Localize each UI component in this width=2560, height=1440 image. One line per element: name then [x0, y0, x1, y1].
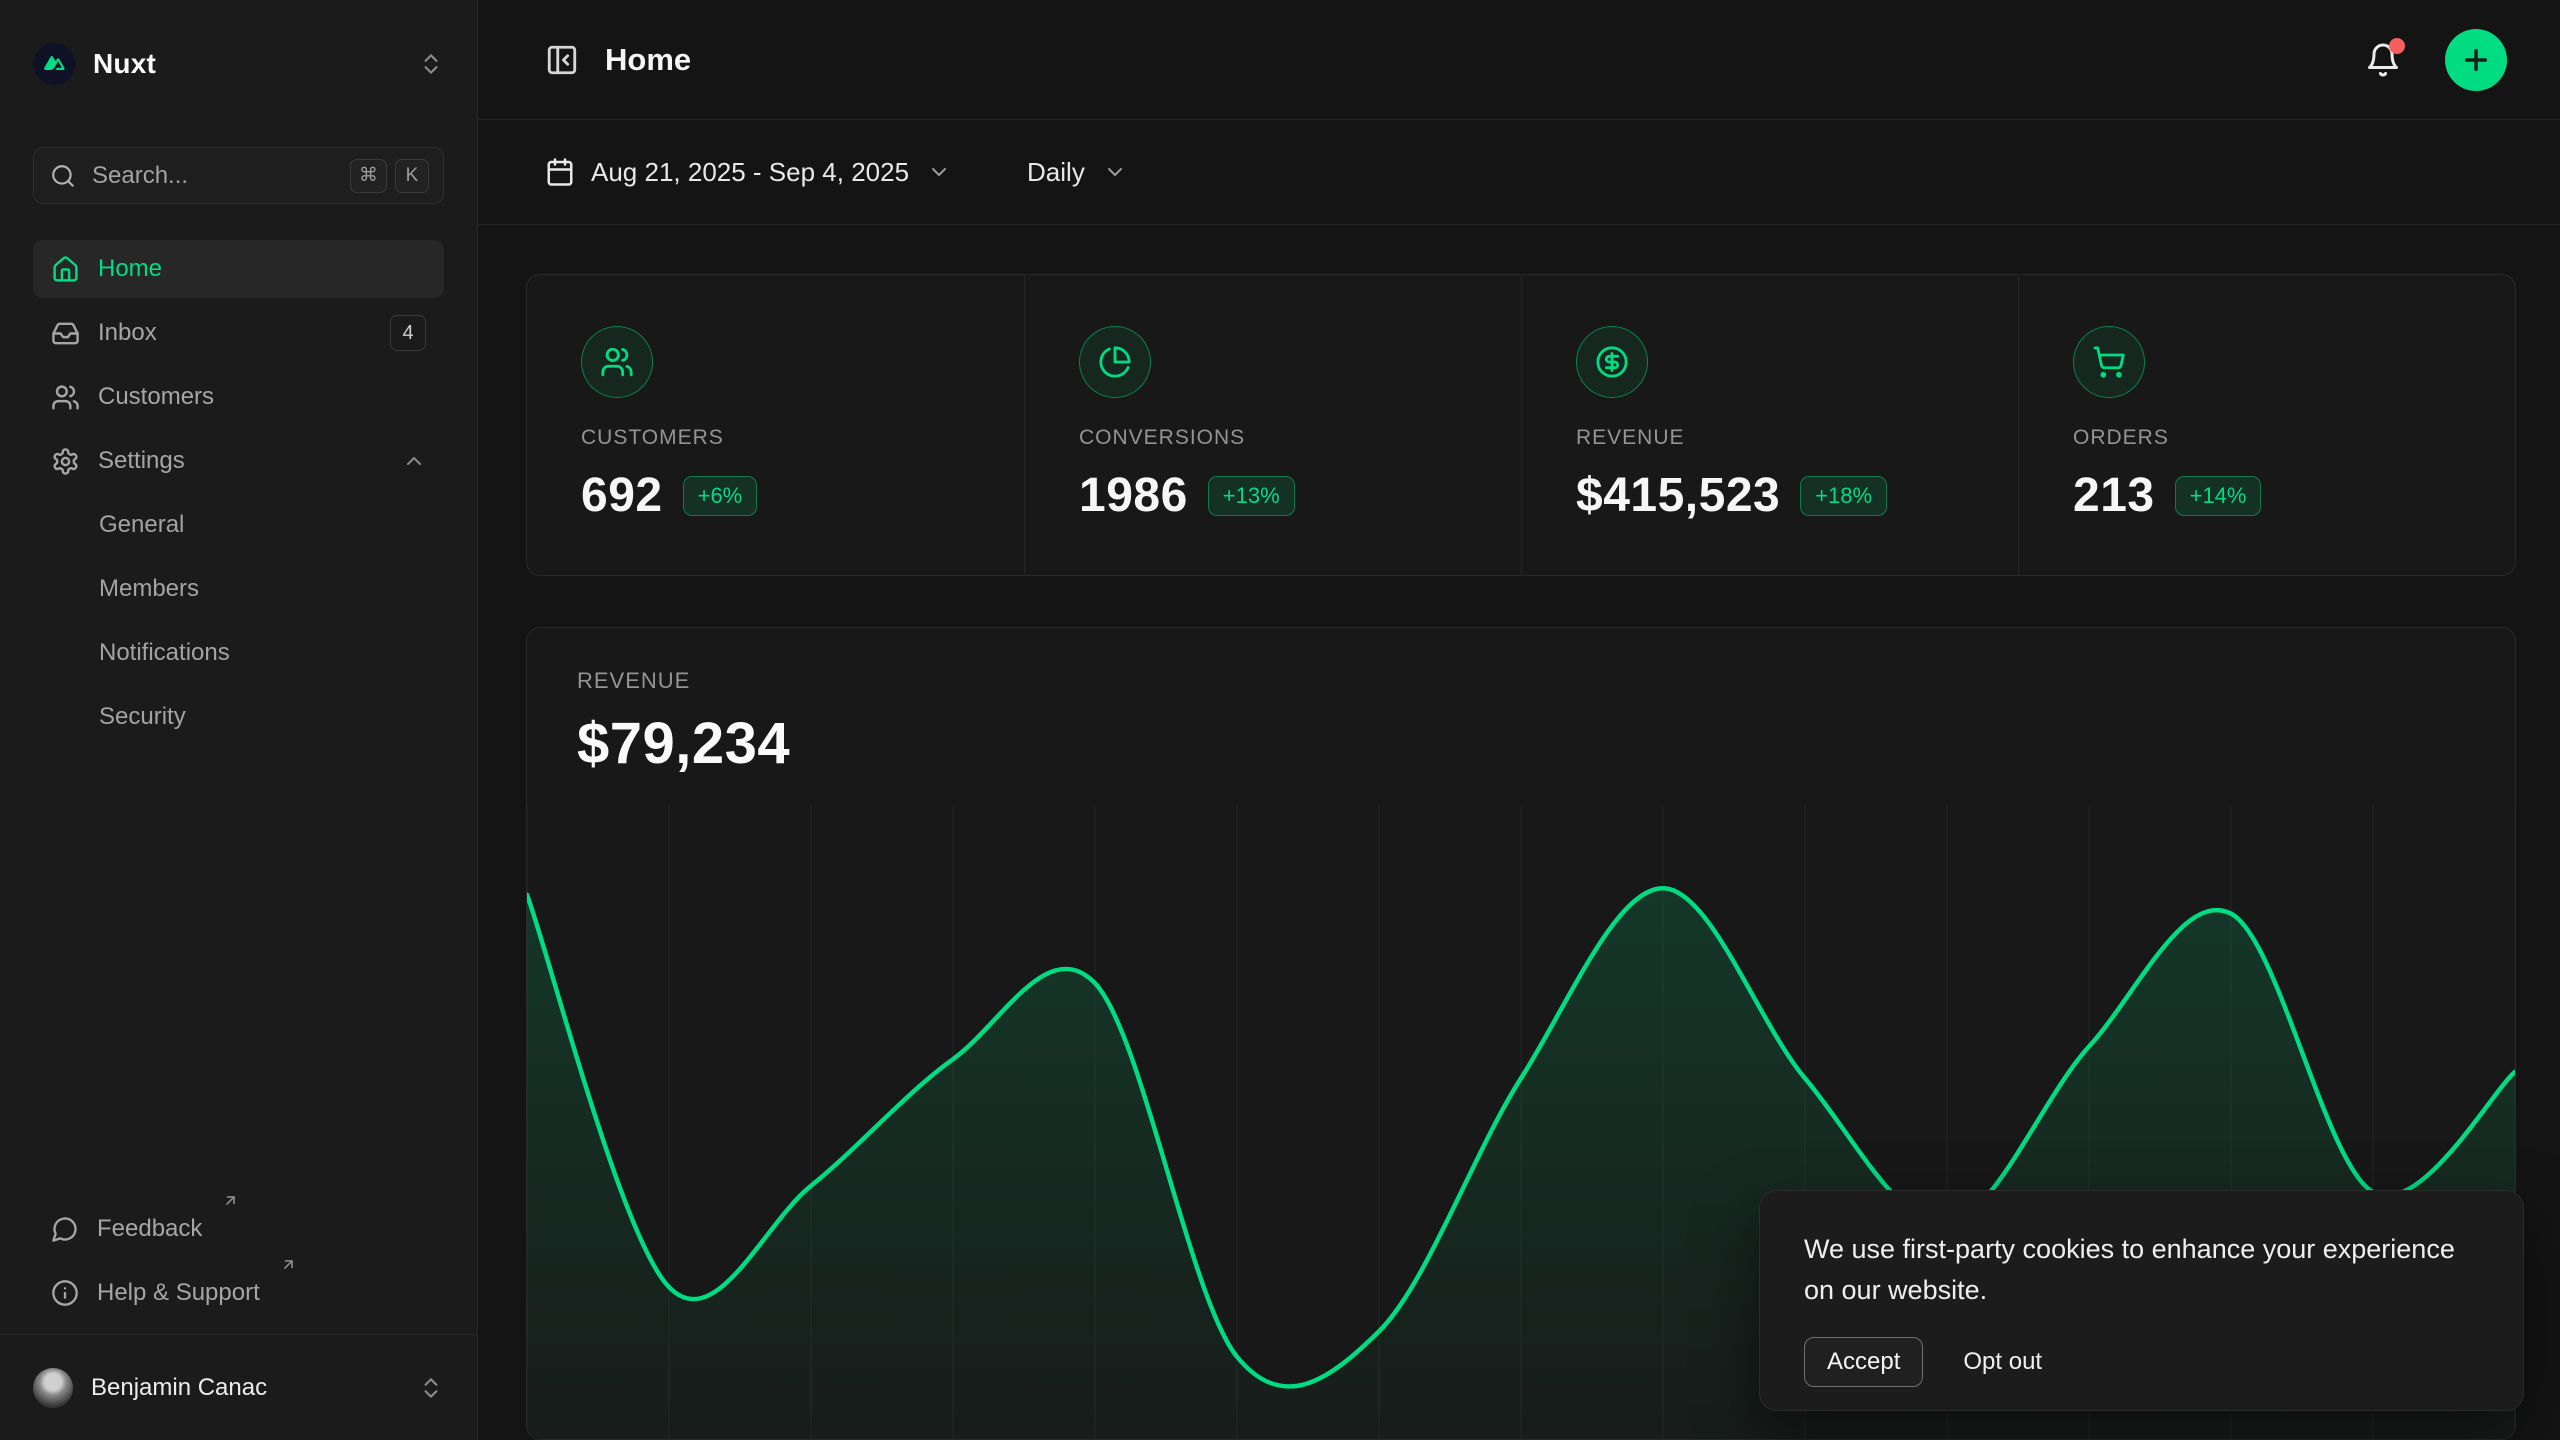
external-link-icon: [280, 1256, 297, 1273]
stat-value: 213: [2073, 468, 2155, 523]
sidebar-item-members[interactable]: Members: [33, 560, 444, 618]
inbox-icon: [51, 319, 80, 348]
sidebar-item-security[interactable]: Security: [33, 688, 444, 746]
stat-label: CUSTOMERS: [581, 426, 970, 450]
info-circle-icon: [51, 1279, 79, 1307]
nuxt-logo-icon: [33, 43, 75, 85]
feedback-link[interactable]: Feedback: [33, 1200, 444, 1258]
sidebar-subitem-label: General: [99, 511, 184, 539]
sidebar-footer: Feedback Help & Support: [33, 1200, 444, 1334]
filter-bar: Aug 21, 2025 - Sep 4, 2025 Daily: [478, 120, 2560, 225]
notifications-button[interactable]: [2365, 42, 2401, 78]
cookie-message: We use first-party cookies to enhance yo…: [1804, 1229, 2479, 1311]
users-icon: [51, 383, 80, 412]
stat-delta-badge: +6%: [683, 476, 758, 516]
stat-value: $415,523: [1576, 468, 1780, 523]
sidebar-item-settings[interactable]: Settings: [33, 432, 444, 490]
cookie-banner: We use first-party cookies to enhance yo…: [1759, 1190, 2524, 1411]
kbd-k: K: [395, 159, 429, 193]
sidebar-nav: Home Inbox 4 Customers Settings General: [33, 240, 444, 746]
stat-label: CONVERSIONS: [1079, 426, 1467, 450]
add-button[interactable]: [2445, 29, 2507, 91]
gear-icon: [51, 447, 80, 476]
brand-name: Nuxt: [93, 48, 156, 80]
sidebar-item-label: Settings: [98, 449, 185, 473]
opt-out-button[interactable]: Opt out: [1963, 1348, 2042, 1376]
stat-card-orders: ORDERS 213 +14%: [2018, 275, 2515, 575]
sidebar-item-inbox[interactable]: Inbox 4: [33, 304, 444, 362]
workspace-switcher[interactable]: Nuxt: [33, 43, 444, 85]
inbox-count-badge: 4: [390, 315, 426, 351]
search-placeholder: Search...: [92, 162, 188, 190]
search-shortcut: ⌘ K: [350, 159, 429, 193]
users-icon: [581, 326, 653, 398]
revenue-chart-label: REVENUE: [577, 668, 2465, 694]
accept-cookies-button[interactable]: Accept: [1804, 1337, 1923, 1387]
stat-card-conversions: CONVERSIONS 1986 +13%: [1024, 275, 1521, 575]
sidebar-subitem-label: Members: [99, 575, 199, 603]
message-bubble-icon: [51, 1215, 79, 1243]
help-support-link[interactable]: Help & Support: [33, 1264, 444, 1322]
notification-dot: [2389, 38, 2405, 54]
user-name: Benjamin Canac: [91, 1374, 267, 1402]
stat-card-revenue: REVENUE $415,523 +18%: [1521, 275, 2018, 575]
sidebar-item-customers[interactable]: Customers: [33, 368, 444, 426]
home-icon: [51, 255, 80, 284]
stat-card-customers: CUSTOMERS 692 +6%: [527, 275, 1024, 575]
stat-delta-badge: +18%: [1800, 476, 1887, 516]
footer-link-label: Help & Support: [97, 1281, 260, 1305]
stat-value: 1986: [1079, 468, 1188, 523]
sidebar-item-label: Customers: [98, 385, 214, 409]
collapse-sidebar-icon[interactable]: [545, 43, 579, 77]
calendar-icon: [545, 157, 575, 187]
chevrons-up-down-icon[interactable]: [418, 51, 444, 77]
stat-delta-badge: +13%: [1208, 476, 1295, 516]
stats-cards: CUSTOMERS 692 +6% CONVERSIONS 1986 +13% …: [526, 274, 2516, 576]
footer-link-label: Feedback: [97, 1217, 202, 1241]
plus-icon: [2460, 44, 2492, 76]
date-range-picker[interactable]: Aug 21, 2025 - Sep 4, 2025: [545, 157, 951, 188]
sidebar: Nuxt Search... ⌘ K Home Inbox 4: [0, 0, 478, 1440]
granularity-value: Daily: [1027, 157, 1085, 188]
chevron-down-icon: [1103, 160, 1127, 184]
external-link-icon: [222, 1192, 239, 1209]
sidebar-item-notifications[interactable]: Notifications: [33, 624, 444, 682]
pie-chart-icon: [1079, 326, 1151, 398]
sidebar-item-label: Home: [98, 257, 162, 281]
date-range-value: Aug 21, 2025 - Sep 4, 2025: [591, 157, 909, 188]
shopping-cart-icon: [2073, 326, 2145, 398]
page-header: Home: [478, 0, 2560, 120]
sidebar-item-general[interactable]: General: [33, 496, 444, 554]
stat-label: REVENUE: [1576, 426, 1964, 450]
stat-delta-badge: +14%: [2175, 476, 2262, 516]
sidebar-item-label: Inbox: [98, 321, 157, 345]
circle-dollar-icon: [1576, 326, 1648, 398]
sidebar-item-home[interactable]: Home: [33, 240, 444, 298]
stat-value: 692: [581, 468, 663, 523]
sidebar-subitem-label: Security: [99, 703, 186, 731]
search-input[interactable]: Search... ⌘ K: [33, 147, 444, 204]
revenue-chart-value: $79,234: [577, 710, 2465, 777]
granularity-select[interactable]: Daily: [1027, 157, 1127, 188]
kbd-meta: ⌘: [350, 159, 387, 193]
page-title: Home: [605, 42, 691, 78]
user-menu[interactable]: Benjamin Canac: [0, 1335, 477, 1440]
user-avatar: [33, 1368, 73, 1408]
chevron-up-icon: [402, 449, 426, 473]
chevrons-up-down-icon: [418, 1375, 444, 1401]
search-icon: [50, 163, 76, 189]
chevron-down-icon: [927, 160, 951, 184]
sidebar-subitem-label: Notifications: [99, 639, 230, 667]
stat-label: ORDERS: [2073, 426, 2461, 450]
